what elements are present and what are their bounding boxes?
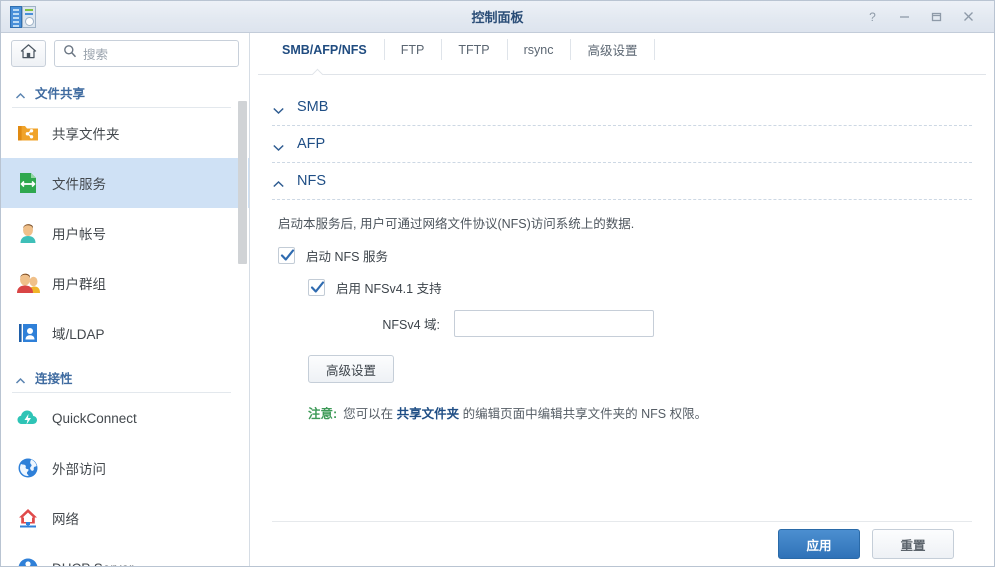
home-icon: [20, 43, 37, 65]
search-placeholder: 搜索: [83, 48, 109, 62]
tab-smb-afp-nfs[interactable]: SMB/AFP/NFS: [265, 33, 384, 66]
minimize-icon[interactable]: [888, 2, 920, 32]
enable-nfs-checkbox[interactable]: [278, 247, 295, 264]
tab-label: FTP: [400, 42, 425, 57]
search-icon: [63, 44, 77, 63]
help-icon[interactable]: ?: [856, 2, 888, 32]
sidebar-item-label: 网络: [52, 512, 79, 527]
note-tag: 注意:: [308, 407, 338, 421]
enable-nfsv41-checkbox[interactable]: [308, 279, 325, 296]
tab-underline: [250, 66, 994, 75]
tab-rsync[interactable]: rsync: [506, 33, 571, 66]
svg-text:?: ?: [869, 10, 876, 23]
chevron-up-icon: [15, 374, 26, 384]
tab-ftp[interactable]: FTP: [383, 33, 442, 66]
control-panel-window: 控制面板 ? 搜索 文件共享 共享文件夹 文件服务 用户帐号 用户群组 域/LD…: [0, 0, 995, 567]
reset-button[interactable]: 重置: [872, 529, 954, 559]
tab-tftp[interactable]: TFTP: [441, 33, 506, 66]
tab-bar: SMB/AFP/NFS FTP TFTP rsync 高级设置: [250, 33, 994, 66]
network-icon: [15, 505, 41, 531]
sidebar-toolbar: 搜索: [1, 33, 249, 73]
settings-panel: SMB AFP NFS 启动本服务后, 用户可通过网络文件协议(NFS)访问系统…: [250, 75, 994, 521]
sidebar-item-shared-folder[interactable]: 共享文件夹: [1, 108, 249, 158]
sidebar-group-file-sharing[interactable]: 文件共享: [1, 73, 249, 108]
external-access-icon: [15, 455, 41, 481]
content-area: SMB/AFP/NFS FTP TFTP rsync 高级设置 SMB AFP …: [250, 33, 994, 566]
sidebar-item-label: 外部访问: [52, 462, 106, 477]
chevron-down-icon: [272, 103, 285, 114]
sidebar-item-file-services[interactable]: 文件服务: [1, 158, 249, 208]
sidebar: 搜索 文件共享 共享文件夹 文件服务 用户帐号 用户群组 域/LDAP 连接性 …: [1, 33, 250, 566]
footer-bar: 应用 重置: [272, 521, 972, 566]
sidebar-item-label: 文件服务: [52, 177, 106, 192]
apply-button[interactable]: 应用: [778, 529, 860, 559]
enable-nfsv41-label: 启用 NFSv4.1 支持: [336, 282, 442, 296]
sidebar-item-external-access[interactable]: 外部访问: [1, 443, 249, 493]
control-panel-icon: [10, 5, 36, 28]
section-label: AFP: [297, 136, 326, 152]
sidebar-item-quickconnect[interactable]: QuickConnect: [1, 393, 249, 443]
note-text-after: 的编辑页面中编辑共享文件夹的 NFS 权限。: [462, 407, 708, 421]
chevron-up-icon: [15, 89, 26, 99]
sidebar-group-connectivity[interactable]: 连接性: [1, 358, 249, 393]
sidebar-scroll-area: 文件共享 共享文件夹 文件服务 用户帐号 用户群组 域/LDAP 连接性 Qui…: [1, 73, 249, 566]
quickconnect-icon: [15, 405, 41, 431]
home-button[interactable]: [11, 40, 46, 67]
sidebar-group-label: 文件共享: [35, 87, 86, 101]
nfsv4-domain-label: NFSv4 域:: [382, 318, 440, 332]
sidebar-item-label: 共享文件夹: [52, 127, 120, 142]
maximize-icon[interactable]: [920, 2, 952, 32]
nfsv4-domain-row: NFSv4 域:: [308, 310, 972, 337]
sidebar-item-network[interactable]: 网络: [1, 493, 249, 543]
section-header-smb[interactable]: SMB: [272, 89, 972, 126]
dhcp-server-icon: [15, 555, 41, 566]
user-group-icon: [15, 270, 41, 296]
tab-divider: [654, 39, 656, 60]
note-text-before: 您可以在: [343, 407, 394, 421]
chevron-up-icon: [272, 177, 285, 187]
sidebar-item-label: 域/LDAP: [52, 327, 105, 342]
file-services-icon: [15, 170, 41, 196]
sidebar-item-label: 用户帐号: [52, 227, 106, 242]
sidebar-scrollbar[interactable]: [238, 73, 248, 566]
tab-label: SMB/AFP/NFS: [282, 42, 367, 57]
domain-ldap-icon: [15, 320, 41, 346]
section-header-nfs[interactable]: NFS: [272, 163, 972, 200]
nfsv4-domain-input[interactable]: [454, 310, 654, 337]
search-input[interactable]: 搜索: [54, 40, 239, 67]
sidebar-item-user-account[interactable]: 用户帐号: [1, 208, 249, 258]
sidebar-item-label: DHCP Server: [52, 561, 134, 567]
sidebar-scrollbar-thumb[interactable]: [238, 101, 247, 264]
section-label: NFS: [297, 173, 326, 189]
tab-label: 高级设置: [587, 44, 638, 58]
user-account-icon: [15, 220, 41, 246]
section-header-afp[interactable]: AFP: [272, 126, 972, 163]
sidebar-item-domain-ldap[interactable]: 域/LDAP: [1, 308, 249, 358]
close-icon[interactable]: [952, 2, 984, 32]
nfs-description: 启动本服务后, 用户可通过网络文件协议(NFS)访问系统上的数据.: [278, 217, 635, 231]
window-title: 控制面板: [471, 10, 524, 25]
nfs-settings-body: 启动本服务后, 用户可通过网络文件协议(NFS)访问系统上的数据. 启动 NFS…: [272, 200, 972, 422]
enable-nfs-label: 启动 NFS 服务: [306, 250, 388, 264]
sidebar-item-user-group[interactable]: 用户群组: [1, 258, 249, 308]
enable-nfs-row[interactable]: 启动 NFS 服务: [278, 246, 972, 265]
sidebar-item-dhcp-server[interactable]: DHCP Server: [1, 543, 249, 566]
nfs-note: 注意: 您可以在 共享文件夹 的编辑页面中编辑共享文件夹的 NFS 权限。: [308, 403, 972, 422]
enable-nfsv41-row[interactable]: 启用 NFSv4.1 支持: [308, 278, 972, 297]
tab-label: rsync: [523, 42, 554, 57]
sidebar-group-label: 连接性: [35, 372, 73, 386]
shared-folder-link[interactable]: 共享文件夹: [397, 407, 460, 421]
section-label: SMB: [297, 99, 329, 115]
chevron-down-icon: [272, 140, 285, 151]
window-controls: ?: [856, 2, 994, 32]
sidebar-item-label: 用户群组: [52, 277, 106, 292]
tab-label: TFTP: [458, 42, 490, 57]
window-titlebar: 控制面板 ?: [1, 1, 994, 33]
advanced-settings-button[interactable]: 高级设置: [308, 355, 394, 383]
sidebar-item-label: QuickConnect: [52, 410, 137, 426]
tab-advanced-settings[interactable]: 高级设置: [570, 33, 654, 66]
shared-folder-icon: [15, 120, 41, 146]
